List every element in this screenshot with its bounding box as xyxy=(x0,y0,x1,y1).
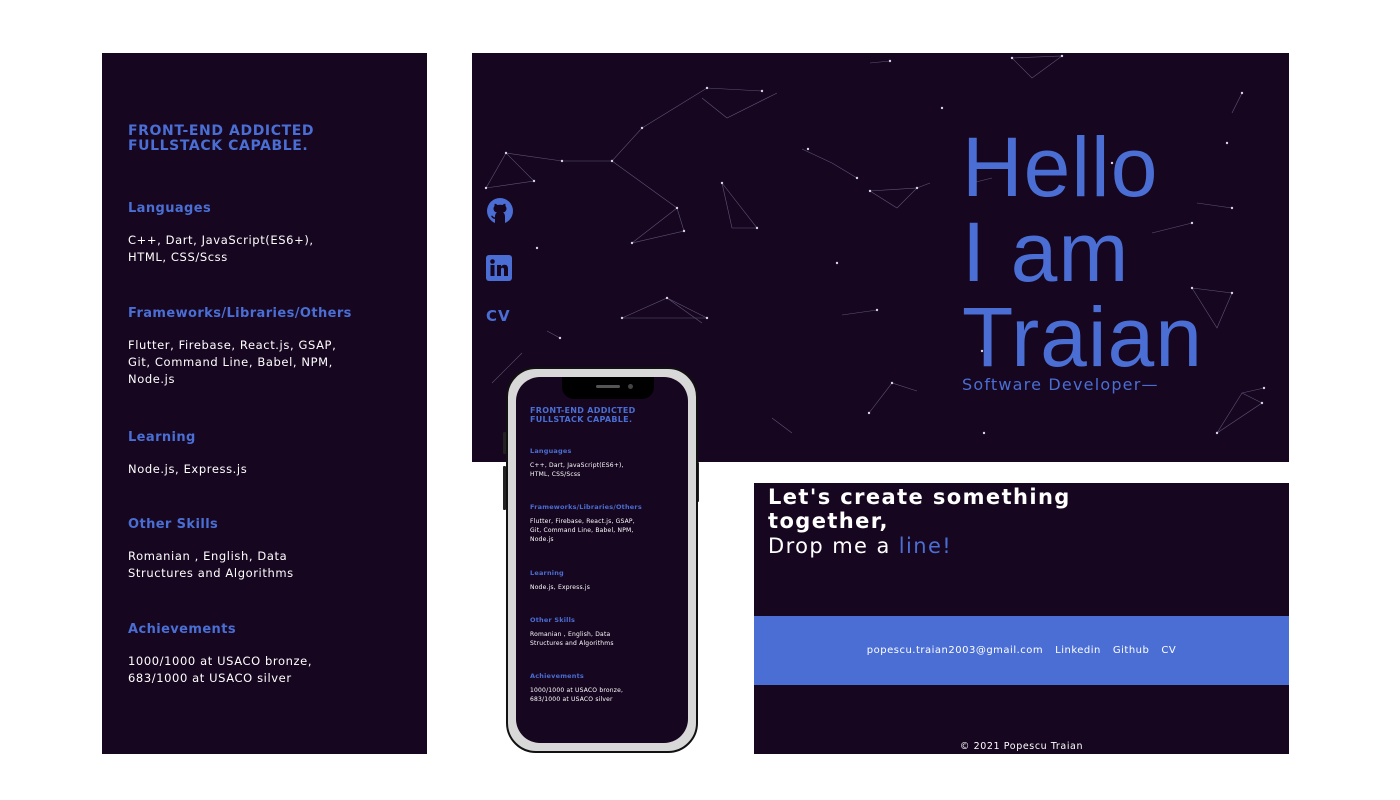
mini-body-line: HTML, CSS/Scss xyxy=(530,471,581,478)
mini-section-body: Romanian , English, Data Structures and … xyxy=(530,630,680,648)
mini-body-line: 683/1000 at USACO silver xyxy=(530,696,613,703)
cv-link[interactable]: CV xyxy=(486,307,511,325)
body-line: 1000/1000 at USACO bronze, xyxy=(128,654,313,668)
mini-body-line: 1000/1000 at USACO bronze, xyxy=(530,687,624,694)
phone-notch xyxy=(562,377,654,399)
body-line: Structures and Algorithms xyxy=(128,566,294,580)
phone-speaker xyxy=(596,385,620,388)
hero-heading: Hello I am Traian xyxy=(962,125,1203,380)
hero-heading-line: Hello xyxy=(962,120,1159,214)
mini-section-body: C++, Dart, JavaScript(ES6+), HTML, CSS/S… xyxy=(530,461,680,479)
cv-footer-link[interactable]: CV xyxy=(1161,645,1176,656)
mini-tagline: FRONT-END ADDICTED FULLSTACK CAPABLE. xyxy=(530,406,680,424)
other-skills-section: Other Skills Romanian , English, Data St… xyxy=(128,517,413,582)
body-line: Node.js xyxy=(128,372,176,386)
section-body: 1000/1000 at USACO bronze, 683/1000 at U… xyxy=(128,653,413,687)
mini-section-title: Languages xyxy=(530,447,572,455)
mini-section-title: Other Skills xyxy=(530,616,576,624)
mini-body-line: Flutter, Firebase, React.js, GSAP, xyxy=(530,518,635,525)
hero-subtitle: Software Developer— xyxy=(962,375,1159,394)
section-body: C++, Dart, JavaScript(ES6+), HTML, CSS/S… xyxy=(128,232,413,266)
section-body: Flutter, Firebase, React.js, GSAP, Git, … xyxy=(128,337,413,388)
linkedin-link[interactable]: Linkedin xyxy=(1055,645,1101,656)
mini-body-line: Node.js xyxy=(530,536,554,543)
hero-heading-line: I am xyxy=(962,205,1130,299)
body-line: Node.js, Express.js xyxy=(128,462,248,476)
mini-achievements-section: Achievements 1000/1000 at USACO bronze, … xyxy=(530,672,680,704)
body-line: C++, Dart, JavaScript(ES6+), xyxy=(128,233,314,247)
mini-body-line: C++, Dart, JavaScript(ES6+), xyxy=(530,462,624,469)
copyright: © 2021 Popescu Traian xyxy=(959,741,1084,752)
tagline: FRONT-END ADDICTED FULLSTACK CAPABLE. xyxy=(128,124,314,154)
phone-camera xyxy=(628,384,633,389)
mini-body-line: Git, Command Line, Babel, NPM, xyxy=(530,527,634,534)
hero-heading-line: Traian xyxy=(962,290,1203,384)
achievements-section: Achievements 1000/1000 at USACO bronze, … xyxy=(128,622,413,687)
section-title: Frameworks/Libraries/Others xyxy=(128,306,352,321)
mini-learning-section: Learning Node.js, Express.js xyxy=(530,569,680,592)
body-line: Git, Command Line, Babel, NPM, xyxy=(128,355,333,369)
body-line: Flutter, Firebase, React.js, GSAP, xyxy=(128,338,337,352)
section-title: Languages xyxy=(128,201,212,216)
mini-section-body: Node.js, Express.js xyxy=(530,583,680,592)
section-body: Node.js, Express.js xyxy=(128,461,413,478)
mini-frameworks-section: Frameworks/Libraries/Others Flutter, Fir… xyxy=(530,503,680,544)
contact-lead-line: Let's create something xyxy=(768,485,1071,509)
body-line: HTML, CSS/Scss xyxy=(128,250,228,264)
contact-panel: Let's create something together, Drop me… xyxy=(754,483,1289,754)
frameworks-section: Frameworks/Libraries/Others Flutter, Fir… xyxy=(128,306,413,388)
mini-other-skills-section: Other Skills Romanian , English, Data St… xyxy=(530,616,680,648)
contact-lead: Let's create something together, xyxy=(768,485,1071,533)
tagline-line-1: FRONT-END ADDICTED xyxy=(128,123,315,139)
skills-panel: FRONT-END ADDICTED FULLSTACK CAPABLE. La… xyxy=(102,53,427,754)
mini-section-title: Learning xyxy=(530,569,564,577)
github-icon[interactable] xyxy=(486,197,514,229)
contact-drop-line: Drop me a line! xyxy=(768,534,952,558)
section-title: Other Skills xyxy=(128,517,219,532)
email-link[interactable]: popescu.traian2003@gmail.com xyxy=(867,645,1043,656)
tagline-line-2: FULLSTACK CAPABLE. xyxy=(128,138,309,154)
section-title: Achievements xyxy=(128,622,236,637)
linkedin-icon[interactable] xyxy=(486,255,512,285)
body-line: 683/1000 at USACO silver xyxy=(128,671,292,685)
languages-section: Languages C++, Dart, JavaScript(ES6+), H… xyxy=(128,201,413,266)
mini-body-line: Romanian , English, Data xyxy=(530,631,611,638)
mini-section-body: 1000/1000 at USACO bronze, 683/1000 at U… xyxy=(530,686,680,704)
mini-tagline-line: FULLSTACK CAPABLE. xyxy=(530,414,633,424)
contact-lead-line: together, xyxy=(768,509,889,533)
section-body: Romanian , English, Data Structures and … xyxy=(128,548,413,582)
section-title: Learning xyxy=(128,430,196,445)
drop-highlight: line! xyxy=(898,534,953,558)
mini-body-line: Node.js, Express.js xyxy=(530,584,591,591)
mini-section-body: Flutter, Firebase, React.js, GSAP, Git, … xyxy=(530,517,680,544)
body-line: Romanian , English, Data xyxy=(128,549,288,563)
mini-languages-section: Languages C++, Dart, JavaScript(ES6+), H… xyxy=(530,447,680,479)
drop-prefix: Drop me a xyxy=(768,534,899,558)
phone-mockup: FRONT-END ADDICTED FULLSTACK CAPABLE. La… xyxy=(506,367,698,753)
mini-body-line: Structures and Algorithms xyxy=(530,640,614,647)
phone-screen: FRONT-END ADDICTED FULLSTACK CAPABLE. La… xyxy=(516,377,688,743)
learning-section: Learning Node.js, Express.js xyxy=(128,430,413,478)
mini-section-title: Achievements xyxy=(530,672,584,680)
github-link[interactable]: Github xyxy=(1113,645,1149,656)
contact-links-bar: popescu.traian2003@gmail.com Linkedin Gi… xyxy=(754,616,1289,685)
mini-section-title: Frameworks/Libraries/Others xyxy=(530,503,642,511)
